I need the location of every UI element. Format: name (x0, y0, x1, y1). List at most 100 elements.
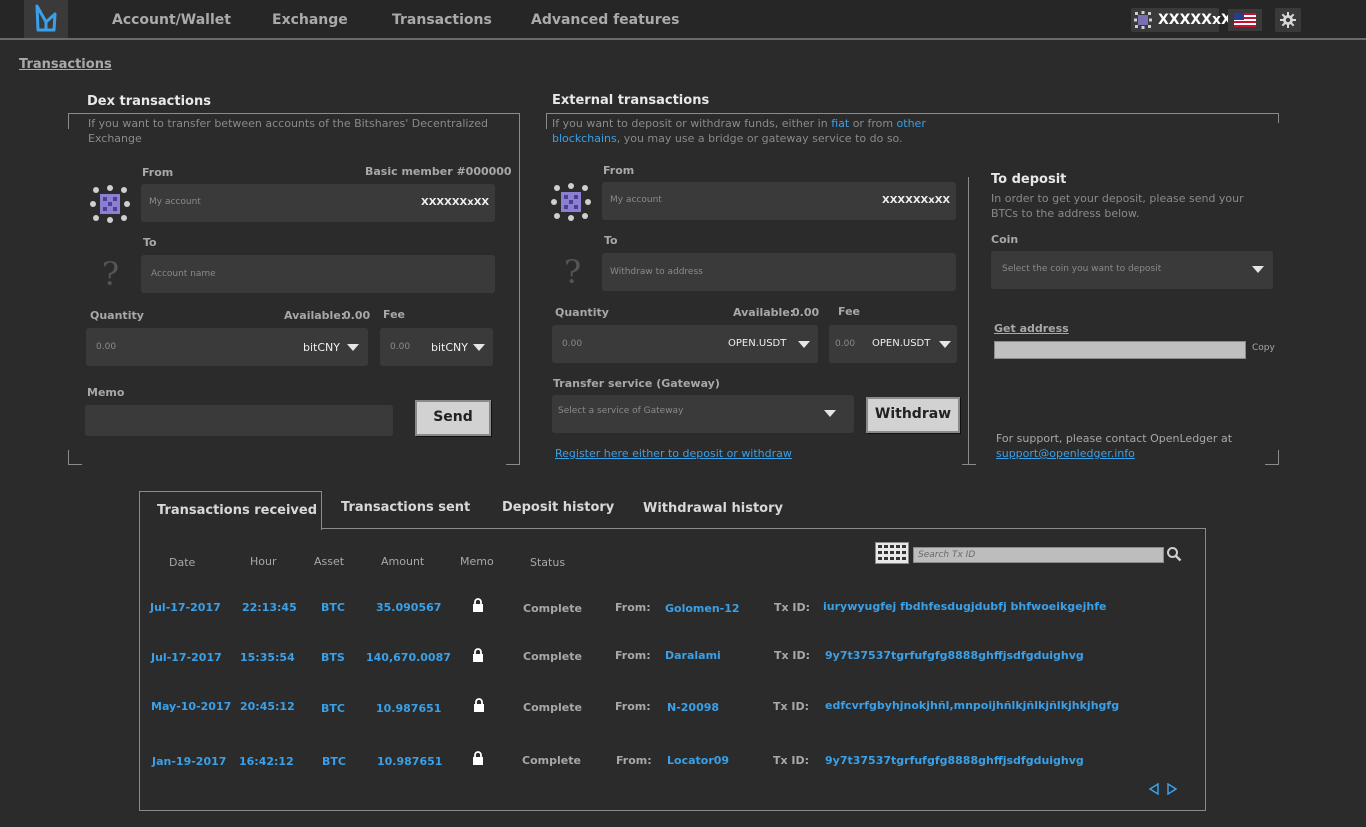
search-icon[interactable] (1166, 546, 1182, 562)
cell-txid-label: Tx ID: (774, 601, 811, 614)
member-label: Basic member #000000 (365, 165, 512, 178)
external-from-placeholder: My account (610, 195, 662, 205)
nav-account-wallet[interactable]: Account/Wallet (112, 12, 231, 28)
coin-select[interactable]: Select the coin you want to deposit (991, 251, 1273, 289)
cell-from[interactable]: Locator09 (667, 754, 729, 767)
transactions-table (139, 528, 1206, 811)
external-desc-suffix: , you may use a bridge or gateway servic… (616, 132, 903, 145)
deposit-description: In order to get your deposit, please sen… (991, 192, 1244, 220)
cell-date: Jan-19-2017 (152, 755, 227, 768)
chevron-down-icon[interactable] (347, 344, 359, 351)
get-address-link[interactable]: Get address (994, 322, 1069, 335)
cell-txid-label: Tx ID: (774, 649, 811, 662)
external-from-label: From (603, 164, 635, 177)
external-from-field[interactable]: My account XXXXXXxXX (602, 182, 956, 220)
chevron-down-icon[interactable] (939, 341, 951, 348)
external-quantity-value: 0.00 (562, 339, 583, 349)
tab-withdrawal-history[interactable]: Withdrawal history (643, 501, 783, 516)
calendar-icon[interactable] (875, 542, 909, 564)
nav-advanced-features[interactable]: Advanced features (531, 12, 680, 28)
next-page-icon[interactable] (1166, 783, 1178, 795)
gateway-select[interactable]: Select a service of Gateway (552, 395, 854, 433)
chevron-down-icon[interactable] (798, 341, 810, 348)
support-email-link[interactable]: support@openledger.info (996, 447, 1135, 460)
cell-txid[interactable]: 9y7t37537tgrfufgfg8888ghffjsdfgduighvg (825, 649, 1084, 662)
header-memo[interactable]: Memo (460, 555, 494, 568)
external-fee-asset[interactable]: OPEN.USDT (872, 338, 930, 349)
dex-description: If you want to transfer between accounts… (88, 117, 488, 145)
breadcrumb[interactable]: Transactions (19, 57, 112, 72)
dex-fee-field[interactable]: 0.00 bitCNY (380, 328, 493, 366)
external-frame-top (546, 113, 1279, 114)
frame-line (519, 113, 520, 465)
dex-from-account: XXXXXXxXX (421, 197, 490, 208)
settings-button[interactable] (1275, 8, 1301, 32)
cell-asset: BTC (322, 755, 346, 768)
frame-line (506, 464, 520, 465)
frame-line (68, 113, 69, 129)
copy-button[interactable]: Copy (1252, 343, 1275, 353)
from-account-identicon-icon (90, 185, 130, 223)
header-status[interactable]: Status (530, 556, 565, 569)
header-asset[interactable]: Asset (314, 555, 344, 568)
language-selector[interactable] (1228, 9, 1262, 31)
dex-from-field[interactable]: My account XXXXXXxXX (141, 184, 495, 222)
chevron-down-icon[interactable] (1252, 266, 1264, 273)
fiat-link[interactable]: fiat (831, 117, 849, 130)
lock-icon[interactable] (472, 751, 484, 765)
cell-from-label: From: (615, 601, 651, 614)
lock-icon[interactable] (472, 598, 484, 612)
dex-to-input[interactable]: Account name (141, 255, 495, 293)
dex-quantity-value: 0.00 (96, 342, 117, 352)
nav-exchange[interactable]: Exchange (272, 12, 348, 28)
dex-from-placeholder: My account (149, 197, 201, 207)
dex-memo-label: Memo (87, 386, 125, 399)
lock-icon[interactable] (473, 698, 485, 712)
external-desc-prefix: If you want to deposit or withdraw funds… (552, 117, 832, 130)
send-button[interactable]: Send (415, 400, 491, 436)
dex-quantity-input[interactable]: 0.00 bitCNY (86, 328, 368, 366)
dex-quantity-asset[interactable]: bitCNY (303, 341, 340, 354)
withdraw-address-input[interactable]: Withdraw to address (602, 253, 956, 291)
other-blockchains-link-2[interactable]: blockchains (552, 132, 617, 145)
account-name[interactable]: XXXXXxX (1158, 12, 1232, 28)
header-hour[interactable]: Hour (250, 555, 277, 568)
bitshares-logo[interactable] (24, 0, 68, 38)
header-date[interactable]: Date (169, 556, 195, 569)
cell-date: Jul-17-2017 (150, 601, 221, 614)
external-from-account: XXXXXXxXX (882, 195, 951, 206)
external-quantity-input[interactable]: 0.00 OPEN.USDT (552, 325, 818, 363)
chevron-down-icon[interactable] (473, 344, 485, 351)
other-blockchains-link[interactable]: other (897, 117, 926, 130)
dex-memo-textarea[interactable] (85, 405, 393, 436)
cell-txid[interactable]: 9y7t37537tgrfufgfg8888ghffjsdfgduighvg (825, 754, 1084, 767)
from-account-identicon-icon (551, 183, 591, 221)
search-txid-input[interactable]: Search Tx ID (913, 547, 1164, 563)
deposit-address-field[interactable] (994, 341, 1246, 359)
tab-deposit-history[interactable]: Deposit history (502, 500, 614, 515)
tab-transactions-sent[interactable]: Transactions sent (341, 500, 470, 515)
unknown-account-icon: ? (102, 255, 119, 289)
dex-fee-asset[interactable]: bitCNY (431, 341, 468, 354)
coin-label: Coin (991, 233, 1019, 246)
register-gateway-link[interactable]: Register here either to deposit or withd… (555, 447, 792, 460)
prev-page-icon[interactable] (1148, 783, 1160, 795)
cell-from[interactable]: N-20098 (667, 701, 719, 714)
tab-label-received[interactable]: Transactions received (157, 503, 317, 518)
cell-txid[interactable]: iurywyugfej fbdhfesdugjdubfj bhfwoeikgej… (823, 600, 1107, 613)
external-fee-field[interactable]: 0.00 OPEN.USDT (829, 325, 957, 363)
external-to-label: To (604, 234, 618, 247)
withdraw-address-placeholder: Withdraw to address (610, 267, 703, 277)
cell-txid[interactable]: edfcvrfgbyhjnokjhñl,mnpoijhñlkjñlkjñlkjh… (825, 699, 1119, 712)
withdraw-button[interactable]: Withdraw (866, 397, 960, 433)
external-quantity-asset[interactable]: OPEN.USDT (728, 338, 786, 349)
cell-hour: 16:42:12 (239, 755, 294, 768)
cell-from[interactable]: Golomen-12 (665, 602, 740, 615)
header-amount[interactable]: Amount (381, 555, 424, 568)
frame-line (68, 450, 69, 465)
lock-icon[interactable] (472, 648, 484, 662)
chevron-down-icon[interactable] (824, 410, 836, 417)
nav-transactions[interactable]: Transactions (392, 12, 492, 28)
cell-from[interactable]: Daralami (665, 649, 721, 662)
dex-to-label: To (143, 236, 157, 249)
